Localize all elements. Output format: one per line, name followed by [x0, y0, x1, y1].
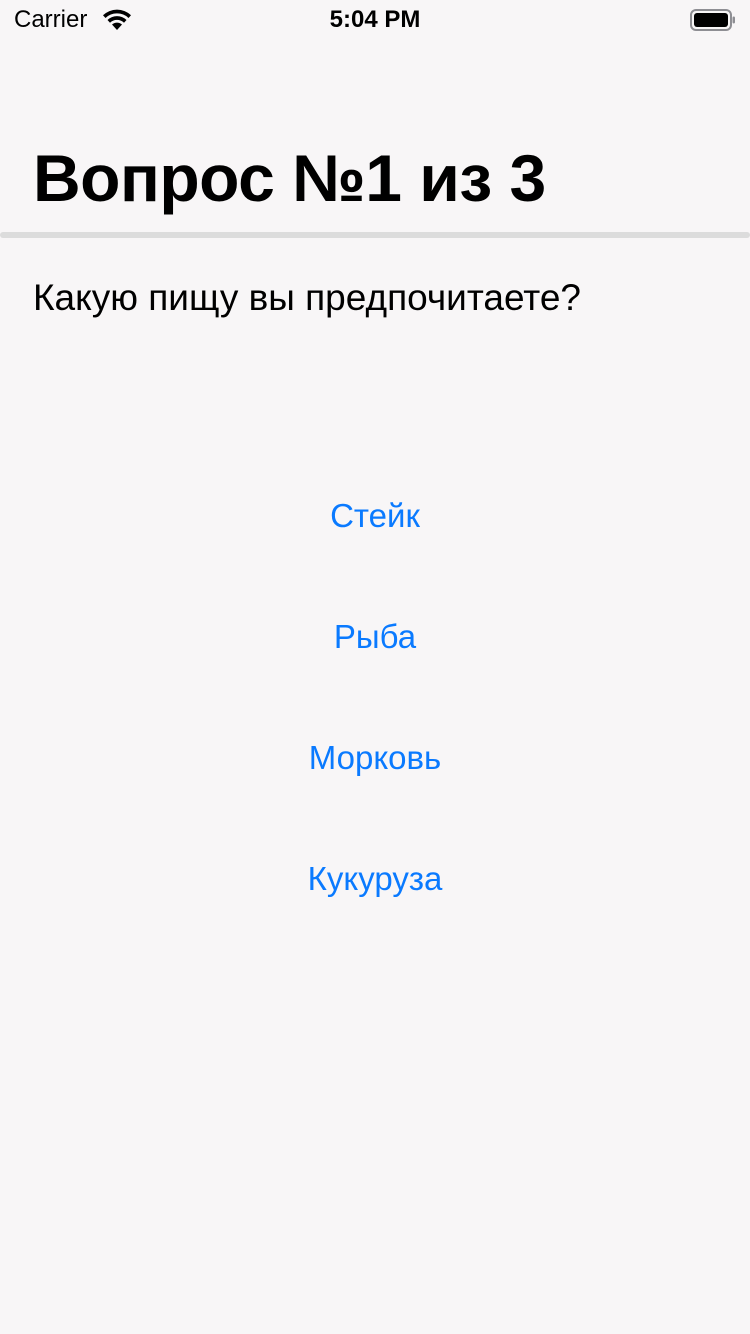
answer-label: Рыба — [333, 617, 417, 655]
answer-button-carrot[interactable]: Морковь — [0, 697, 750, 818]
answer-label: Морковь — [308, 738, 442, 776]
answer-button-steak[interactable]: Стейк — [0, 455, 750, 576]
divider — [0, 232, 750, 238]
page-title: Вопрос №1 из 3 — [33, 141, 546, 215]
answer-button-fish[interactable]: Рыба — [0, 576, 750, 697]
status-time: 5:04 PM — [329, 6, 421, 33]
answer-label: Стейк — [330, 496, 420, 534]
status-bar: Carrier 5:04 PM — [0, 0, 750, 40]
question-text: Какую пищу вы предпочитаете? — [33, 277, 581, 318]
battery-icon — [690, 9, 735, 31]
answer-label: Кукуруза — [307, 859, 443, 897]
answer-list: Стейк Рыба Морковь Кукуруза — [0, 455, 750, 939]
answer-button-corn[interactable]: Кукуруза — [0, 818, 750, 939]
